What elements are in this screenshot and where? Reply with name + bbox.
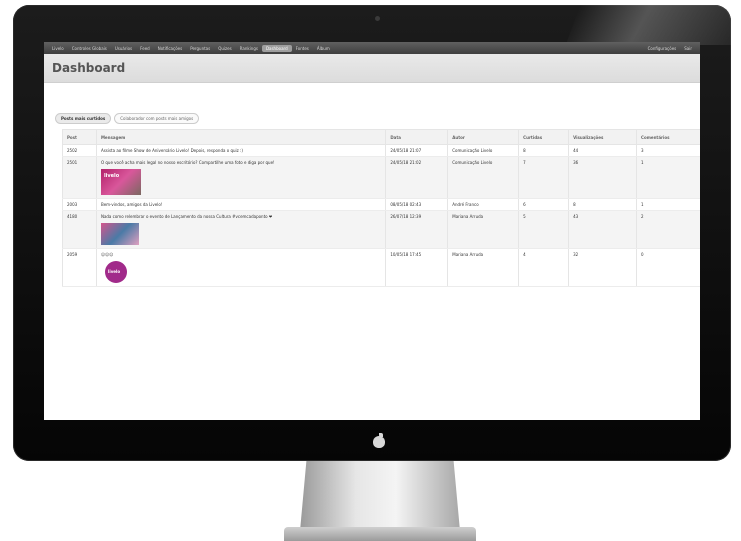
- cell-data: 24/05/18 21:07: [385, 144, 449, 157]
- cell-post: 2003: [62, 198, 97, 211]
- table-header-row: Post Mensagem Data Autor Curtidas Visual…: [62, 129, 700, 145]
- nav-item-feed[interactable]: Feed: [136, 46, 154, 51]
- tab-posts-mais-curtidos[interactable]: Posts mais curtidos: [55, 113, 112, 124]
- cell-data: 26/07/18 12:39: [385, 210, 449, 249]
- column-header-post[interactable]: Post: [62, 129, 97, 145]
- nav-item-fontes[interactable]: Fontes: [292, 46, 313, 51]
- cell-comentarios: 1: [636, 156, 700, 199]
- post-image-thumbnail[interactable]: livelo: [100, 169, 141, 195]
- column-header-comentarios[interactable]: Comentários: [636, 129, 700, 145]
- message-text: Bem-vindos, amigos da Livelo!: [100, 202, 163, 207]
- thumbnail-logo-text: livelo: [107, 269, 121, 274]
- camera-dot: [375, 16, 380, 21]
- cell-data: 10/05/18 17:45: [385, 248, 449, 287]
- column-header-mensagem[interactable]: Mensagem: [95, 129, 387, 145]
- table-row[interactable]: 2502 Assista ao filme Show de Aniversári…: [62, 144, 700, 157]
- table-row[interactable]: 2003 Bem-vindos, amigos da Livelo! 08/05…: [62, 198, 700, 211]
- cell-mensagem: Bem-vindos, amigos da Livelo!: [95, 198, 387, 211]
- cell-visualizacoes: 43: [568, 210, 638, 249]
- nav-item-usuarios[interactable]: Usuários: [111, 46, 136, 51]
- post-image-thumbnail[interactable]: livelo: [104, 261, 127, 283]
- cell-visualizacoes: 44: [568, 144, 638, 157]
- cell-data: 08/05/18 02:43: [385, 198, 449, 211]
- cell-autor: Mariana Arruda: [447, 248, 520, 287]
- cell-mensagem: ☺☺☺ livelo: [95, 248, 387, 287]
- cell-data: 24/05/18 21:02: [385, 156, 449, 199]
- monitor-frame: Livelo Controles Globais Usuários Feed N…: [13, 5, 731, 461]
- table-row[interactable]: 4180 Nada como relembrar o evento de Lan…: [62, 210, 700, 249]
- cell-autor: Comunicação Livelo: [447, 156, 520, 199]
- app-screen: Livelo Controles Globais Usuários Feed N…: [44, 42, 700, 420]
- cell-post: 2502: [62, 144, 97, 157]
- cell-mensagem: Nada como relembrar o evento de Lançamen…: [95, 210, 387, 249]
- posts-table: Post Mensagem Data Autor Curtidas Visual…: [62, 129, 700, 287]
- screen-glare: [565, 5, 731, 45]
- cell-comentarios: 0: [636, 248, 700, 287]
- top-navigation: Livelo Controles Globais Usuários Feed N…: [44, 42, 700, 54]
- cell-curtidas: 4: [518, 248, 570, 287]
- monitor-stand-base: [284, 527, 476, 541]
- table-row[interactable]: 2501 O que você acha mais legal no nosso…: [62, 156, 700, 199]
- cell-curtidas: 5: [518, 210, 570, 249]
- nav-item-dashboard[interactable]: Dashboard: [261, 44, 292, 52]
- message-text: Assista ao filme Show de Aniversário Liv…: [100, 148, 243, 153]
- nav-item-rankings[interactable]: Rankings: [236, 46, 262, 51]
- cell-autor: Comunicação Livelo: [447, 144, 520, 157]
- column-header-data[interactable]: Data: [385, 129, 449, 145]
- cell-visualizacoes: 8: [568, 198, 638, 211]
- page-header: Dashboard: [44, 54, 700, 83]
- cell-comentarios: 3: [636, 144, 700, 157]
- monitor-stand-neck: [300, 461, 460, 531]
- cell-post: 2059: [62, 248, 97, 287]
- page-title: Dashboard: [52, 61, 126, 75]
- post-image-thumbnail[interactable]: [100, 223, 139, 245]
- cell-mensagem: Assista ao filme Show de Aniversário Liv…: [95, 144, 387, 157]
- column-header-curtidas[interactable]: Curtidas: [518, 129, 570, 145]
- nav-item-configuracoes[interactable]: Configurações: [644, 46, 681, 51]
- cell-autor: Mariana Arruda: [447, 210, 520, 249]
- message-text: O que você acha mais legal no nosso escr…: [100, 160, 275, 165]
- cell-visualizacoes: 32: [568, 248, 638, 287]
- nav-item-album[interactable]: Álbum: [313, 46, 334, 51]
- cell-curtidas: 6: [518, 198, 570, 211]
- cell-comentarios: 2: [636, 210, 700, 249]
- apple-logo-icon: [373, 433, 387, 448]
- nav-item-sair[interactable]: Sair: [680, 46, 696, 51]
- nav-item-livelo[interactable]: Livelo: [48, 46, 68, 51]
- nav-item-notificacoes[interactable]: Notificações: [154, 46, 186, 51]
- nav-item-perguntas[interactable]: Perguntas: [186, 46, 214, 51]
- message-text: Nada como relembrar o evento de Lançamen…: [100, 214, 273, 219]
- cell-curtidas: 7: [518, 156, 570, 199]
- cell-autor: André Franco: [447, 198, 520, 211]
- message-text: ☺☺☺: [100, 252, 114, 257]
- cell-visualizacoes: 36: [568, 156, 638, 199]
- cell-comentarios: 1: [636, 198, 700, 211]
- tab-colaborador-posts-amigos[interactable]: Colaborador com posts mais amigos: [114, 113, 200, 124]
- dashboard-tabs: Posts mais curtidos Colaborador com post…: [55, 113, 200, 124]
- nav-item-quizes[interactable]: Quizes: [214, 46, 235, 51]
- nav-item-controles-globais[interactable]: Controles Globais: [68, 46, 111, 51]
- cell-post: 2501: [62, 156, 97, 199]
- table-row[interactable]: 2059 ☺☺☺ livelo 10/05/18 17:45 Mariana A…: [62, 248, 700, 287]
- cell-curtidas: 8: [518, 144, 570, 157]
- cell-mensagem: O que você acha mais legal no nosso escr…: [95, 156, 387, 199]
- thumbnail-logo-text: livelo: [103, 173, 120, 179]
- column-header-visualizacoes[interactable]: Visualizações: [568, 129, 638, 145]
- cell-post: 4180: [62, 210, 97, 249]
- column-header-autor[interactable]: Autor: [447, 129, 520, 145]
